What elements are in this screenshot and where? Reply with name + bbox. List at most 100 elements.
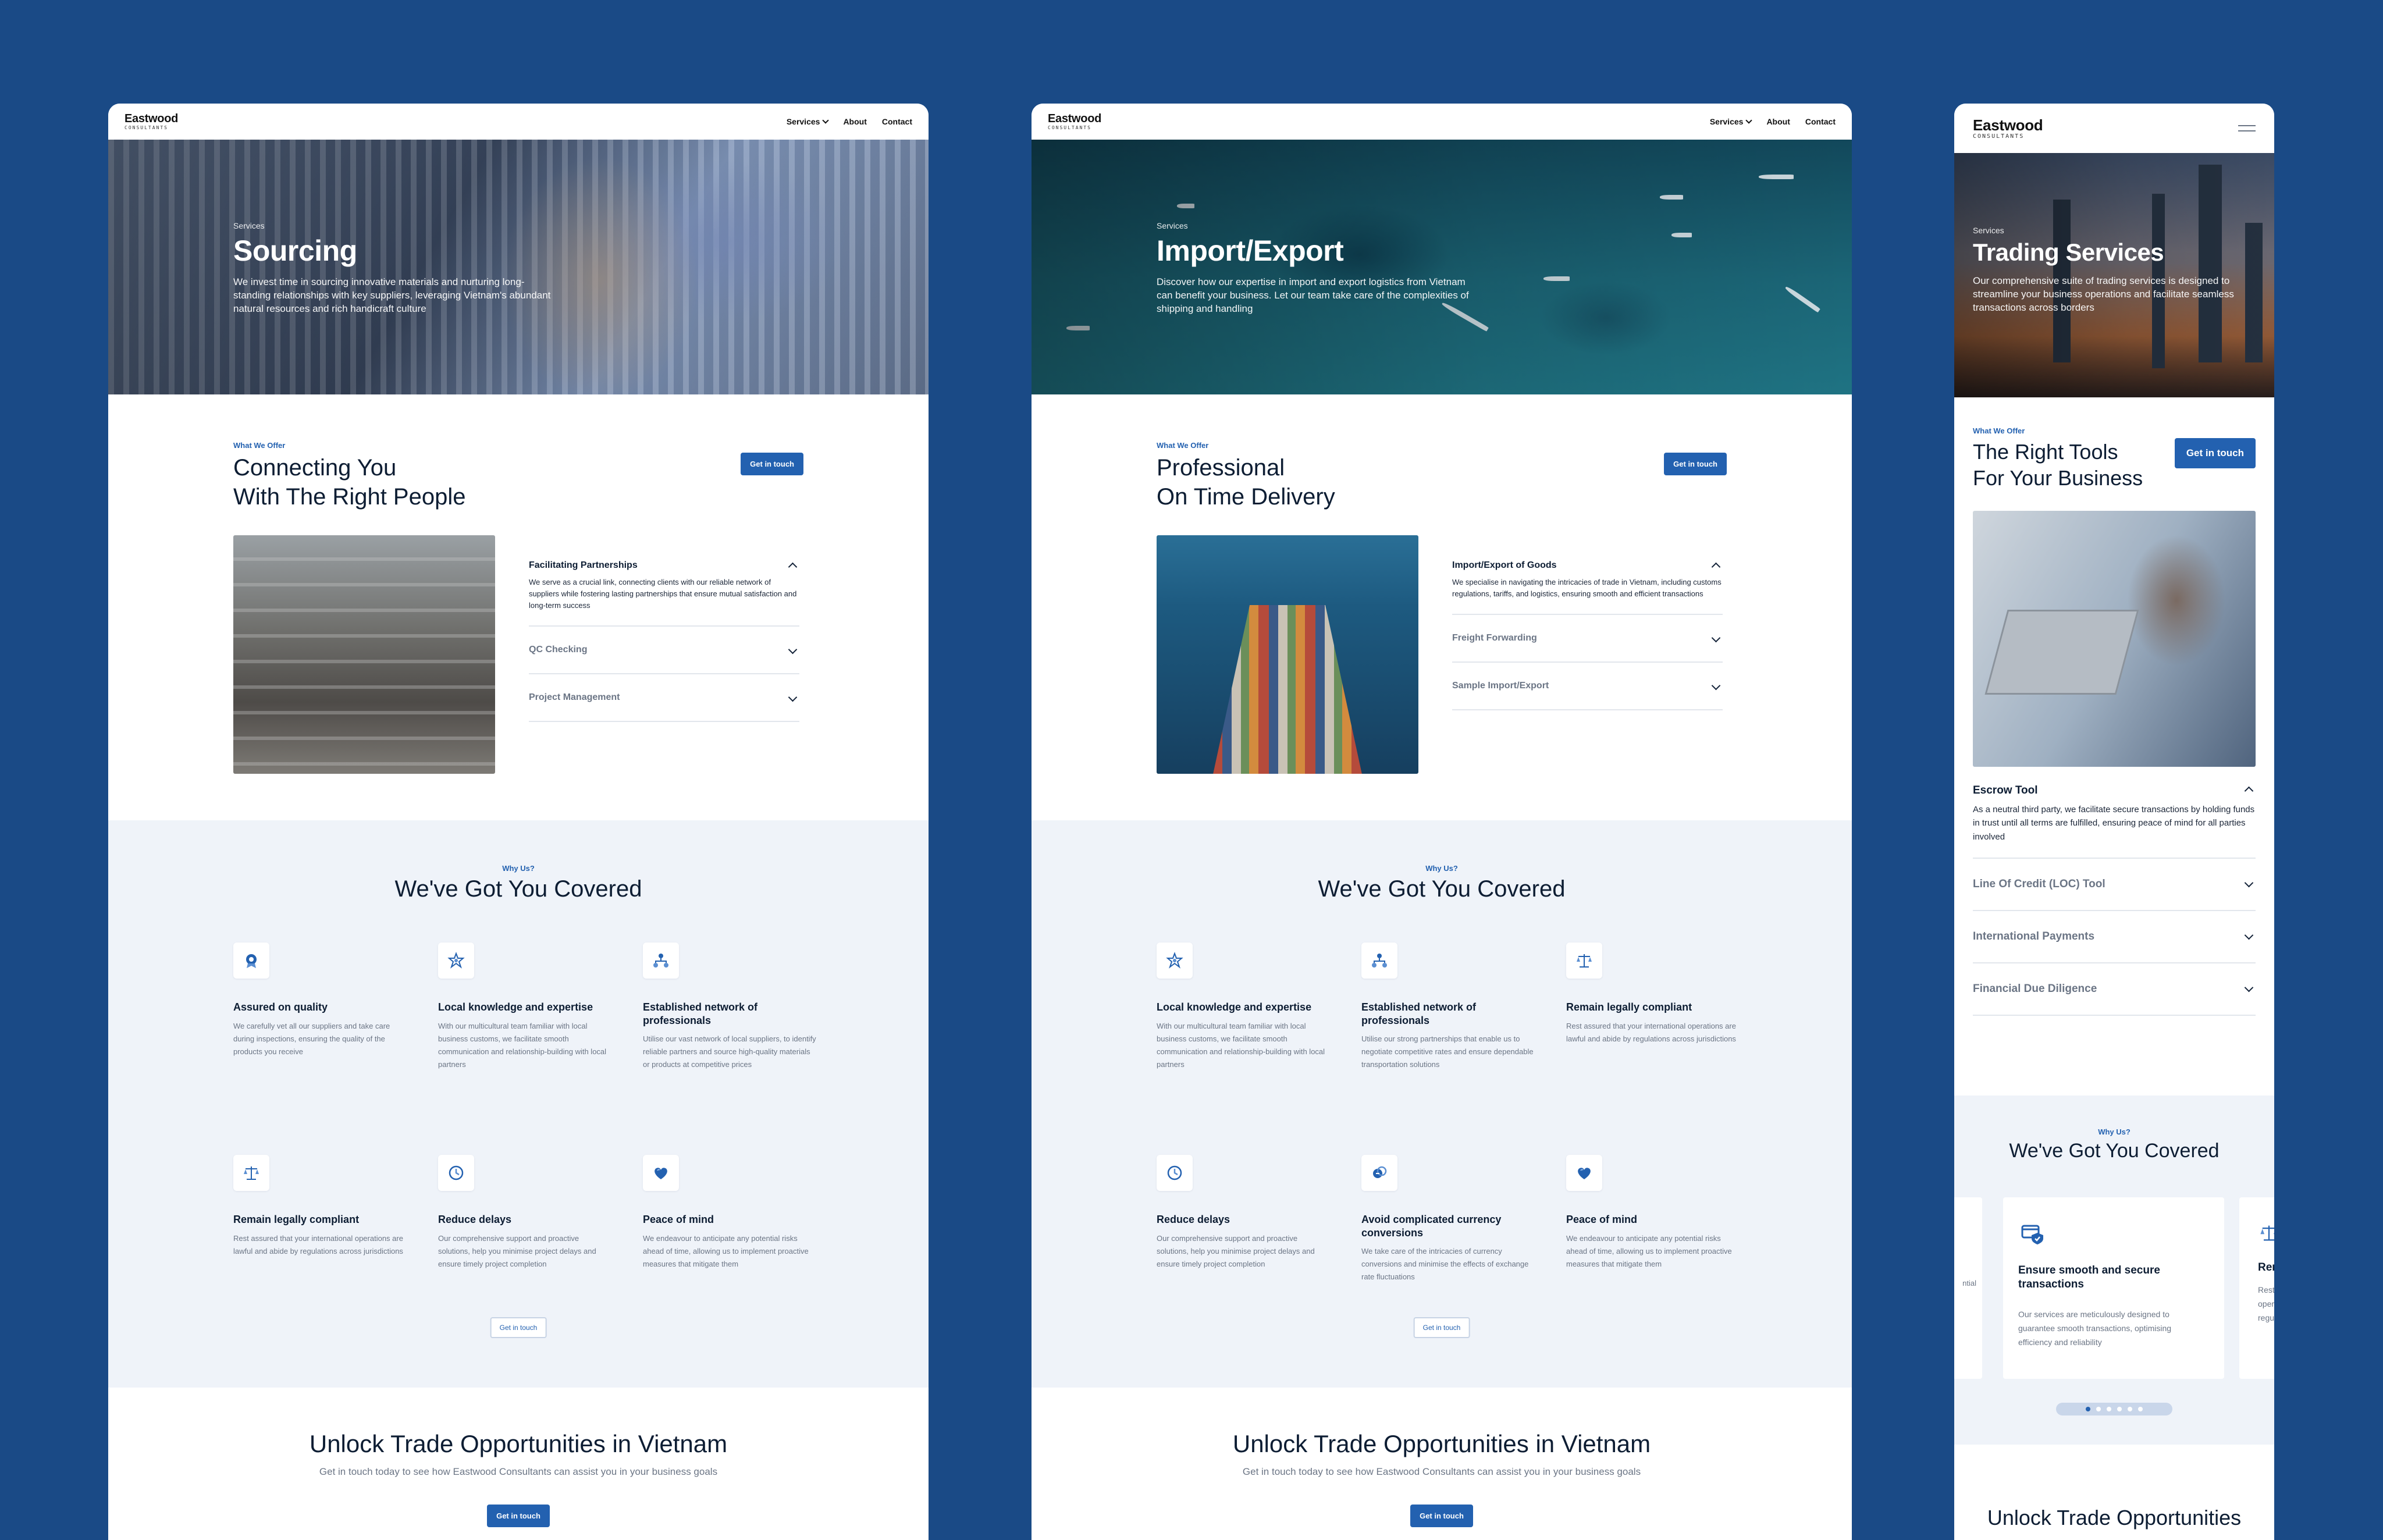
pagination-dot[interactable] [2117, 1407, 2122, 1411]
nav-services[interactable]: Services [787, 117, 830, 126]
why-get-in-touch-button[interactable]: Get in touch [490, 1317, 547, 1338]
pagination-dot[interactable] [2096, 1407, 2101, 1411]
get-in-touch-button[interactable]: Get in touch [1664, 453, 1727, 475]
accordion-item[interactable]: Line Of Credit (LOC) Tool [1973, 859, 2256, 911]
chevron-down-icon [1745, 117, 1753, 124]
accordion-item[interactable]: Freight Forwarding [1452, 615, 1723, 663]
feature-card: Local knowledge and expertise With our m… [438, 943, 613, 1097]
services-accordion: Facilitating Partnerships We serve as a … [529, 560, 799, 723]
nav-menu: Services About Contact [787, 117, 912, 126]
hierarchy-icon [1361, 943, 1397, 979]
feature-card: Reduce delays Our comprehensive support … [1157, 1155, 1331, 1309]
hero-description: Discover how our expertise in import and… [1157, 276, 1469, 314]
carousel-pagination [2056, 1403, 2172, 1415]
currency-exchange-icon [1361, 1155, 1397, 1191]
navbar: Eastwood CONSULTANTS Services About Cont… [1032, 104, 1852, 140]
feature-carousel[interactable]: ntial Ensure smooth and secure transacti… [1954, 1197, 2274, 1383]
nav-menu: Services About Contact [1710, 117, 1836, 126]
feature-card: Local knowledge and expertise With our m… [1157, 943, 1331, 1097]
features-grid: Local knowledge and expertise With our m… [1157, 943, 1736, 1309]
scales-icon [233, 1155, 269, 1191]
offer-kicker: What We Offer [1157, 441, 1209, 450]
badge-icon [233, 943, 269, 979]
cta-get-in-touch-button[interactable]: Get in touch [1410, 1505, 1473, 1527]
scales-icon [1566, 943, 1602, 979]
accordion-item-open[interactable]: Escrow Tool As a neutral third party, we… [1973, 784, 2256, 859]
feature-card: Established network of professionals Uti… [643, 943, 817, 1097]
why-us-section: Why Us? We've Got You Covered Assured on… [108, 820, 929, 1388]
heart-icon [1566, 1155, 1602, 1191]
pagination-dot[interactable] [2138, 1407, 2143, 1411]
why-kicker: Why Us? [1425, 864, 1458, 873]
why-title: We've Got You Covered [394, 876, 642, 902]
hierarchy-icon [643, 943, 679, 979]
factory-photo [233, 535, 495, 774]
feature-card: Reduce delays Our comprehensive support … [438, 1155, 613, 1309]
why-us-section: Why Us? We've Got You Covered Local know… [1032, 820, 1852, 1388]
feature-card: Remain legally compliant Rest assured th… [1566, 943, 1741, 1097]
why-title: We've Got You Covered [1318, 876, 1566, 902]
accordion-item[interactable]: Sample Import/Export [1452, 663, 1723, 711]
import-export-page-frame: Eastwood CONSULTANTS Services About Cont… [1032, 104, 1852, 1540]
offer-section: What We Offer Professional On Time Deliv… [1157, 441, 1727, 511]
nav-about[interactable]: About [843, 117, 866, 126]
cta-section: Unlock Trade Opportunities in Vietnam Ge… [1032, 1430, 1852, 1527]
cta-title: Unlock Trade Opportunities in Vietnam [1232, 1430, 1651, 1457]
hero-kicker: Services [233, 221, 265, 230]
hero-description: We invest time in sourcing innovative ma… [233, 276, 551, 314]
accordion-item[interactable]: Financial Due Diligence [1973, 963, 2256, 1016]
offer-section: What We Offer The Right Tools For Your B… [1973, 426, 2256, 491]
star-network-icon [1157, 943, 1193, 979]
accordion-item[interactable]: Project Management [529, 674, 799, 723]
accordion-item-open[interactable]: Import/Export of Goods We specialise in … [1452, 560, 1723, 616]
offer-title: Connecting You With The Right People [233, 455, 466, 510]
nav-services[interactable]: Services [1710, 117, 1753, 126]
nav-contact[interactable]: Contact [1805, 117, 1836, 126]
navbar: Eastwood CONSULTANTS Services About Cont… [108, 104, 929, 140]
clock-icon [1157, 1155, 1193, 1191]
accordion-item-open[interactable]: Facilitating Partnerships We serve as a … [529, 560, 799, 627]
offer-title: Professional On Time Delivery [1157, 455, 1335, 510]
scales-icon [2254, 1218, 2274, 1247]
feature-card: Established network of professionals Uti… [1361, 943, 1536, 1097]
hero-banner: Services Sourcing We invest time in sour… [108, 140, 929, 394]
offer-kicker: What We Offer [1973, 426, 2025, 435]
pagination-dot[interactable] [2086, 1407, 2090, 1411]
nav-about[interactable]: About [1766, 117, 1790, 126]
pagination-dot[interactable] [2128, 1407, 2132, 1411]
feature-card: Peace of mind We endeavour to anticipate… [643, 1155, 817, 1309]
why-get-in-touch-button[interactable]: Get in touch [1413, 1317, 1470, 1338]
nav-contact[interactable]: Contact [882, 117, 912, 126]
star-network-icon [438, 943, 474, 979]
feature-card: Remain legally compliant Rest assured th… [233, 1155, 408, 1309]
cta-section: Unlock Trade Opportunities in Vietnam Ge… [108, 1430, 929, 1527]
carousel-card-next[interactable]: Rem Rest oper regu [2239, 1197, 2274, 1379]
feature-card: Avoid complicated currency conversions W… [1361, 1155, 1536, 1309]
carousel-card-prev[interactable]: ntial [1954, 1197, 1982, 1379]
chevron-down-icon [822, 117, 830, 124]
logo[interactable]: Eastwood CONSULTANTS [1048, 113, 1101, 130]
cta-section: Unlock Trade Opportunities [1954, 1506, 2274, 1530]
accordion-item[interactable]: QC Checking [529, 627, 799, 675]
feature-card: Peace of mind We endeavour to anticipate… [1566, 1155, 1741, 1309]
cta-title: Unlock Trade Opportunities in Vietnam [309, 1430, 728, 1457]
get-in-touch-button[interactable]: Get in touch [2174, 438, 2256, 468]
navbar: Eastwood CONSULTANTS [1954, 104, 2274, 153]
cta-subtitle: Get in touch today to see how Eastwood C… [1242, 1466, 1641, 1477]
logo[interactable]: Eastwood CONSULTANTS [1973, 118, 2043, 140]
why-us-section: Why Us? We've Got You Covered ntial Ensu… [1954, 1096, 2274, 1445]
accordion-item[interactable]: International Payments [1973, 911, 2256, 963]
hero-banner: Services Import/Export Discover how our … [1032, 140, 1852, 394]
get-in-touch-button[interactable]: Get in touch [741, 453, 803, 475]
hero-banner: Services Trading Services Our comprehens… [1954, 153, 2274, 397]
pagination-dot[interactable] [2107, 1407, 2111, 1411]
cta-get-in-touch-button[interactable]: Get in touch [487, 1505, 550, 1527]
carousel-card[interactable]: Ensure smooth and secure transactions Ou… [2003, 1197, 2224, 1379]
laptop-photo [1973, 511, 2256, 767]
hero-kicker: Services [1157, 221, 1188, 230]
trading-services-mobile-frame: Eastwood CONSULTANTS Services Trading Se… [1954, 104, 2274, 1540]
logo[interactable]: Eastwood CONSULTANTS [125, 113, 178, 130]
hamburger-menu-icon[interactable] [2238, 125, 2256, 131]
hero-title: Sourcing [233, 234, 357, 267]
hero-description: Our comprehensive suite of trading servi… [1973, 275, 2234, 313]
